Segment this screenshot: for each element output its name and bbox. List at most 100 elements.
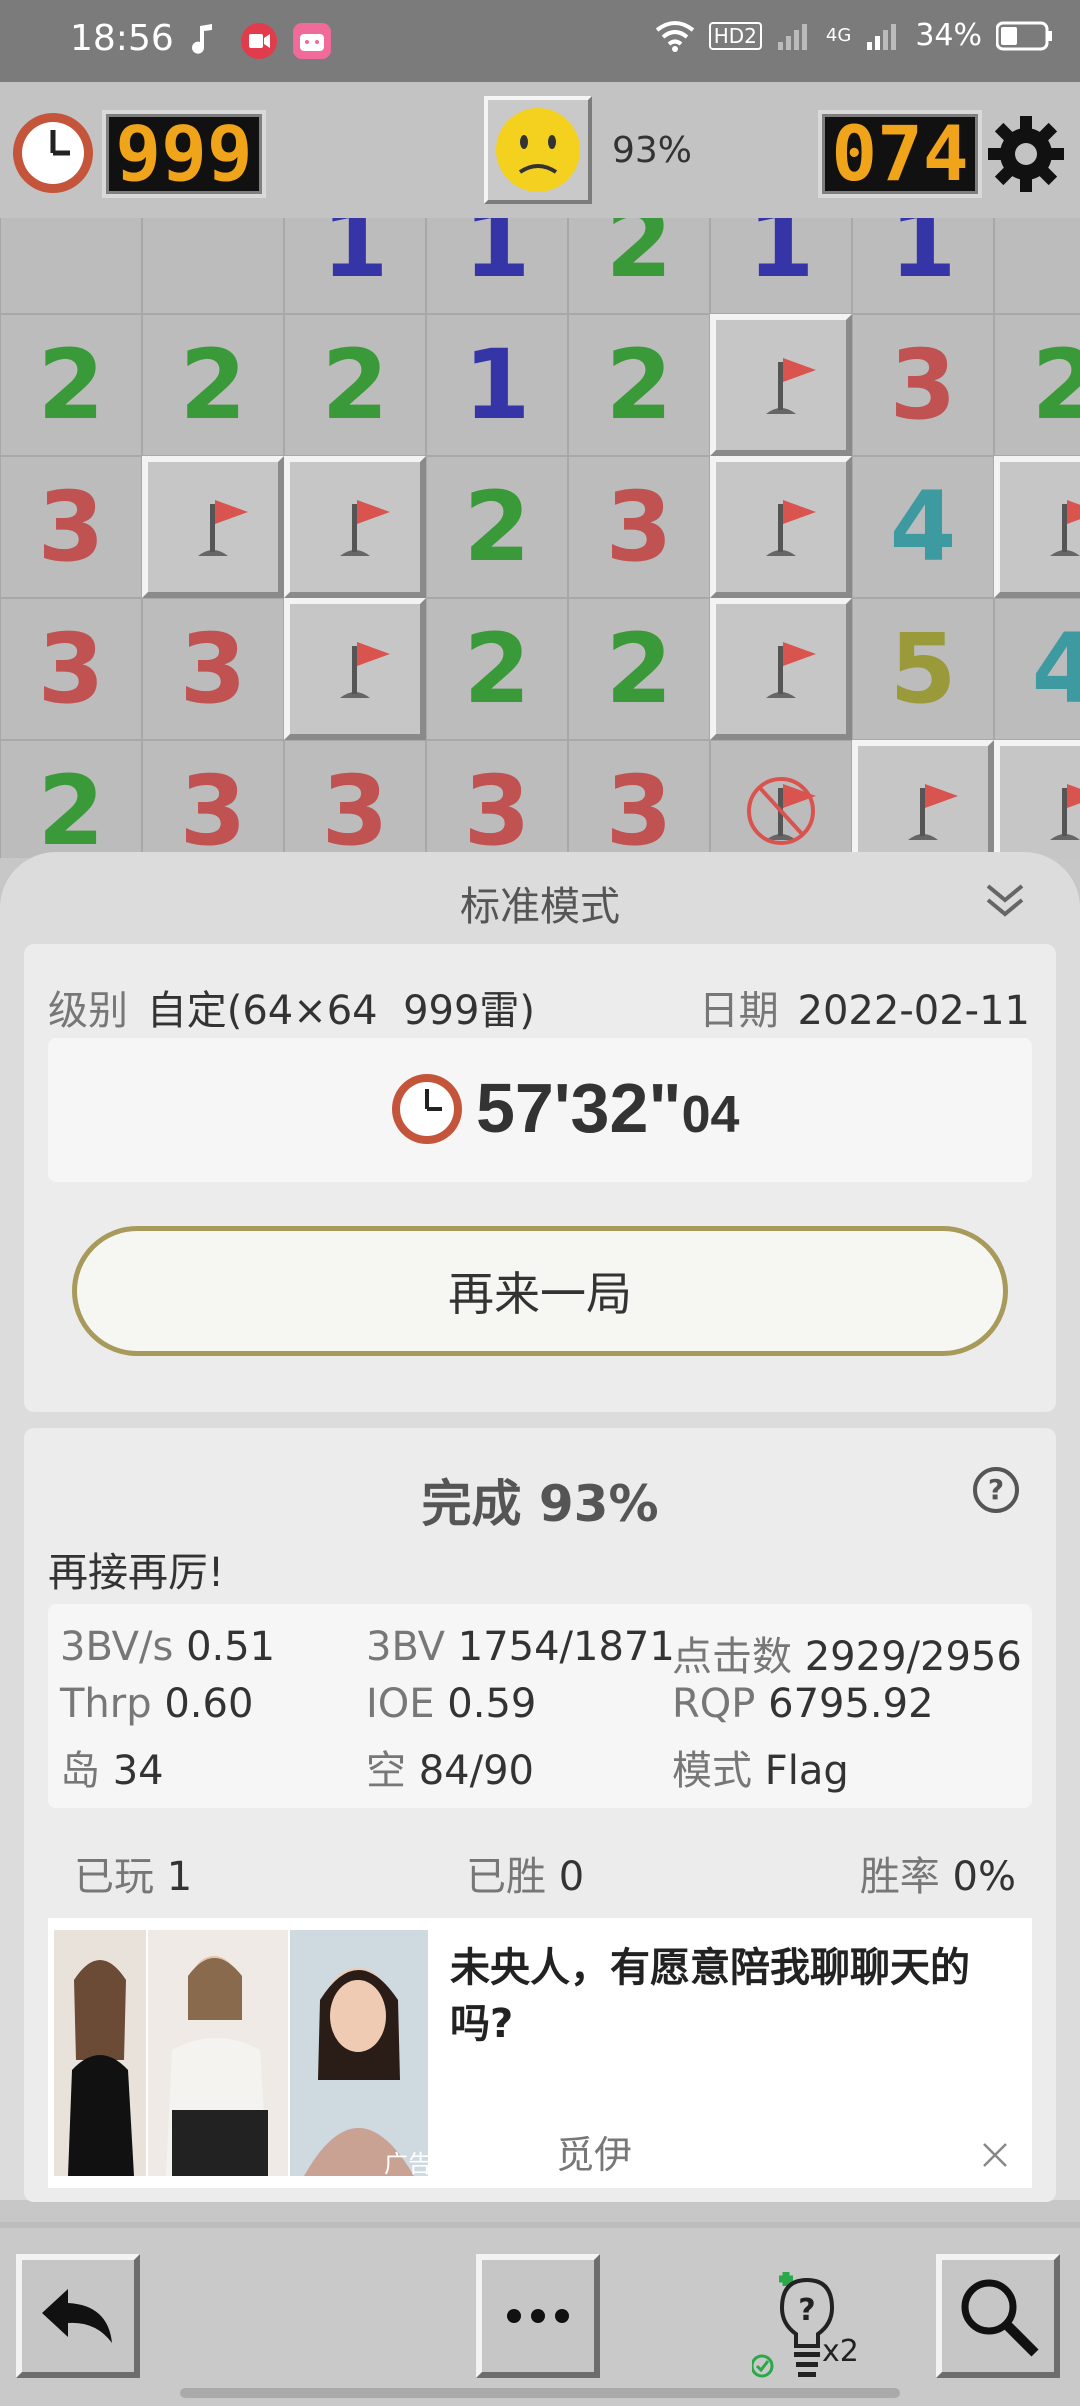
empty-cell[interactable] — [0, 218, 142, 314]
flag-cell[interactable] — [994, 740, 1080, 858]
flag-icon — [198, 500, 248, 556]
stat-thrp: Thrp 0.60 — [60, 1681, 253, 1727]
number-cell[interactable]: 4 — [852, 456, 994, 598]
empty-cell[interactable] — [994, 218, 1080, 314]
record-value: 0 — [558, 1854, 585, 1900]
collapse-chevron-icon[interactable] — [980, 874, 1030, 924]
date-label: 日期 — [698, 988, 779, 1034]
flag-icon — [1050, 500, 1080, 556]
flag-icon — [1050, 784, 1080, 840]
number-cell[interactable]: 4 — [994, 598, 1080, 740]
record-value: 1 — [166, 1854, 193, 1900]
number-cell[interactable]: 3 — [426, 740, 568, 858]
flag-cell[interactable] — [284, 598, 426, 740]
number-cell[interactable]: 3 — [0, 456, 142, 598]
bottom-toolbar: ? x2 — [0, 2222, 1080, 2406]
status-bar: 18:56 HD2 4G 34% — [0, 0, 1080, 82]
clock-icon — [392, 1074, 462, 1144]
number-cell[interactable]: 2 — [568, 314, 710, 456]
flag-icon — [766, 358, 816, 414]
record-label: 已玩 — [74, 1854, 154, 1900]
number-cell[interactable]: 3 — [142, 740, 284, 858]
stats-card: 完成 93% ? 再接再厉! 3BV/s 0.51 3BV 1754/1871 … — [24, 1428, 1056, 2202]
stat-label: RQP — [672, 1681, 756, 1727]
flag-cell[interactable] — [710, 598, 852, 740]
number-cell[interactable]: 3 — [568, 740, 710, 858]
number-cell[interactable]: 5 — [852, 598, 994, 740]
number-cell[interactable]: 3 — [568, 456, 710, 598]
number-cell[interactable]: 3 — [852, 314, 994, 456]
number-cell[interactable]: 2 — [0, 314, 142, 456]
magnifier-icon — [961, 2279, 1039, 2357]
flag-cell[interactable] — [710, 314, 852, 456]
ad-brand: 觅伊 — [556, 2133, 633, 2177]
status-time: 18:56 — [70, 18, 174, 59]
sheet-title: 标准模式 — [460, 884, 620, 930]
battery-percent: 34% — [915, 18, 982, 53]
ad-tag: 广告 — [384, 2150, 432, 2178]
stat-value: 2929/2956 — [804, 1634, 1022, 1680]
number-cell[interactable]: 2 — [568, 598, 710, 740]
stat-3bv: 3BV 1754/1871 — [366, 1624, 675, 1670]
search-button[interactable] — [936, 2254, 1060, 2378]
number-cell[interactable]: 2 — [426, 598, 568, 740]
close-icon[interactable] — [980, 2140, 1010, 2170]
number-cell[interactable]: 1 — [284, 218, 426, 314]
flag-cell[interactable] — [710, 456, 852, 598]
face-button[interactable] — [484, 96, 592, 204]
record-label: 已胜 — [466, 1854, 546, 1900]
stat-label: 空 — [366, 1748, 406, 1794]
stat-value: 84/90 — [418, 1748, 534, 1794]
ad-photo — [54, 1930, 428, 2176]
empty-cell[interactable] — [142, 218, 284, 314]
flag-cell[interactable] — [284, 456, 426, 598]
number-cell[interactable]: 1 — [426, 218, 568, 314]
flag-cell[interactable] — [142, 456, 284, 598]
stats-grid: 3BV/s 0.51 3BV 1754/1871 点击数 2929/2956 T… — [48, 1604, 1032, 1808]
number-cell[interactable]: 3 — [284, 740, 426, 858]
more-button[interactable] — [476, 2254, 600, 2378]
flag-cell[interactable] — [994, 456, 1080, 598]
home-indicator[interactable] — [180, 2388, 900, 2398]
date-info: 日期 2022-02-11 — [699, 978, 1030, 1036]
undo-button[interactable] — [16, 2254, 140, 2378]
number-cell[interactable]: 2 — [142, 314, 284, 456]
stat-value: Flag — [764, 1748, 849, 1794]
gear-icon[interactable] — [984, 112, 1068, 196]
svg-text:?: ? — [798, 2293, 815, 2328]
flag-cell[interactable] — [852, 740, 994, 858]
completion-title: 完成 93% — [421, 1475, 659, 1533]
stat-label: 3BV/s — [60, 1624, 174, 1670]
help-icon[interactable]: ? — [972, 1466, 1020, 1514]
progress-text: 93% — [612, 130, 693, 171]
number-cell[interactable]: 1 — [710, 218, 852, 314]
neutral-face-icon — [496, 108, 580, 192]
number-cell[interactable]: 1 — [852, 218, 994, 314]
wrong-flag-cell[interactable] — [710, 740, 852, 858]
music-note-icon — [192, 24, 212, 54]
clock-icon — [13, 113, 93, 193]
record-won: 已胜 0 — [466, 1844, 584, 1902]
status-right: HD2 4G 34% — [655, 18, 1054, 53]
stat-ioe: IOE 0.59 — [366, 1681, 536, 1727]
number-cell[interactable]: 3 — [142, 598, 284, 740]
hd-voice-icon: HD2 — [708, 21, 762, 50]
level-label: 级别 — [48, 988, 128, 1034]
stat-3bvs: 3BV/s 0.51 — [60, 1624, 275, 1670]
number-cell[interactable]: 2 — [426, 456, 568, 598]
more-icon — [507, 2309, 569, 2323]
number-cell[interactable]: 2 — [284, 314, 426, 456]
level-value: 自定(64×64 999雷) — [146, 988, 536, 1034]
bilibili-app-icon — [293, 23, 331, 59]
number-cell[interactable]: 2 — [568, 218, 710, 314]
minefield[interactable]: 112112221232323433225423333 — [0, 218, 1080, 858]
number-cell[interactable]: 2 — [0, 740, 142, 858]
ad-headline[interactable]: 未央人，有愿意陪我聊聊天的吗? — [450, 1940, 1010, 2052]
play-again-button[interactable]: 再来一局 — [72, 1226, 1008, 1356]
record-value: 0% — [952, 1854, 1016, 1900]
number-cell[interactable]: 2 — [994, 314, 1080, 456]
game-hud: 999 93% 074 — [0, 82, 1080, 222]
ad-banner[interactable]: 广告 未央人，有愿意陪我聊聊天的吗? 觅伊 — [48, 1918, 1032, 2188]
number-cell[interactable]: 3 — [0, 598, 142, 740]
number-cell[interactable]: 1 — [426, 314, 568, 456]
